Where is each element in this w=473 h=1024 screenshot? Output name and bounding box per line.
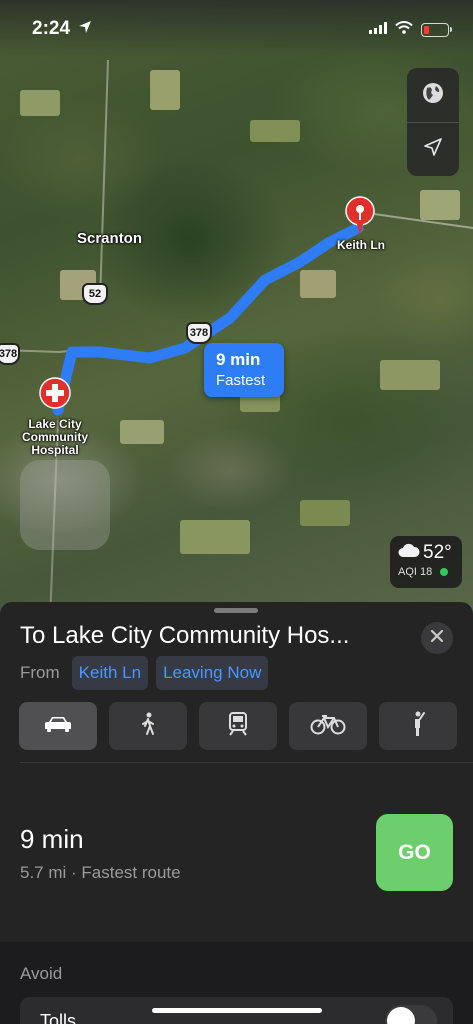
mode-transit-button[interactable] bbox=[199, 702, 277, 750]
status-indicators bbox=[369, 21, 452, 39]
place-label-scranton: Scranton bbox=[77, 230, 143, 247]
weather-temperature: 52° bbox=[423, 542, 452, 563]
route-details: 5.7 mi · Fastest route bbox=[20, 863, 181, 882]
route-eta-label: Fastest bbox=[216, 372, 266, 389]
avoid-tolls-toggle[interactable] bbox=[385, 1005, 437, 1024]
home-indicator[interactable] bbox=[152, 1008, 322, 1013]
location-arrow-icon bbox=[423, 137, 443, 162]
mode-walk-button[interactable] bbox=[109, 702, 187, 750]
mode-cycle-button[interactable] bbox=[289, 702, 367, 750]
highway-shield-378-west: 378 bbox=[0, 343, 20, 365]
close-button[interactable] bbox=[421, 622, 453, 654]
hospital-cross-icon bbox=[38, 377, 72, 414]
bike-icon bbox=[310, 713, 346, 740]
from-label: From bbox=[20, 663, 60, 682]
origin-label: Lake City Community Hospital bbox=[22, 417, 88, 457]
map-view[interactable]: 2:24 Scranton 52 378 378 Keith Ln Lake C… bbox=[0, 0, 473, 620]
weather-widget[interactable]: 52° AQI 18 bbox=[390, 536, 462, 588]
battery-icon bbox=[421, 23, 452, 37]
directions-title: To Lake City Community Hos... bbox=[20, 622, 350, 649]
from-row: From Keith Ln Leaving Now bbox=[20, 656, 269, 690]
highway-shield-52: 52 bbox=[82, 283, 108, 305]
destination-pin[interactable] bbox=[343, 196, 377, 236]
go-button[interactable]: GO bbox=[376, 814, 453, 891]
route-duration: 9 min bbox=[20, 824, 84, 854]
globe-button[interactable] bbox=[407, 68, 459, 122]
cloud-icon bbox=[398, 543, 420, 563]
highway-shield-378: 378 bbox=[186, 322, 212, 344]
route-option[interactable]: 9 min 5.7 mi · Fastest route bbox=[20, 824, 181, 883]
wifi-icon bbox=[395, 21, 413, 39]
avoid-heading: Avoid bbox=[20, 964, 63, 983]
rideshare-icon bbox=[410, 711, 426, 742]
directions-sheet: To Lake City Community Hos... From Keith… bbox=[0, 602, 473, 1024]
departure-time-chip[interactable]: Leaving Now bbox=[156, 656, 269, 690]
transit-icon bbox=[228, 711, 248, 741]
air-quality-index: AQI 18 bbox=[398, 566, 433, 578]
route-eta-time: 9 min bbox=[216, 350, 261, 369]
globe-icon bbox=[422, 82, 444, 109]
sheet-divider bbox=[20, 762, 473, 763]
aqi-status-dot bbox=[440, 568, 449, 576]
sheet-grabber[interactable] bbox=[214, 608, 258, 613]
transport-modes bbox=[19, 702, 457, 750]
hospital-pin[interactable] bbox=[38, 376, 72, 410]
map-roads bbox=[0, 59, 473, 620]
mode-rideshare-button[interactable] bbox=[379, 702, 457, 750]
car-icon bbox=[44, 715, 72, 738]
map-controls bbox=[407, 68, 459, 176]
origin-chip[interactable]: Keith Ln bbox=[71, 656, 149, 690]
current-location-button[interactable] bbox=[407, 122, 459, 176]
avoid-tolls-label: Tolls bbox=[40, 1011, 77, 1024]
destination-label: Keith Ln bbox=[337, 238, 385, 252]
cellular-signal-icon bbox=[369, 21, 387, 39]
status-time: 2:24 bbox=[32, 18, 71, 39]
location-services-icon bbox=[78, 20, 92, 39]
status-bar: 2:24 bbox=[0, 0, 473, 56]
route-eta-bubble[interactable]: 9 min Fastest bbox=[204, 343, 284, 397]
walk-icon bbox=[139, 712, 157, 741]
close-icon bbox=[430, 629, 444, 648]
mode-drive-button[interactable] bbox=[19, 702, 97, 750]
